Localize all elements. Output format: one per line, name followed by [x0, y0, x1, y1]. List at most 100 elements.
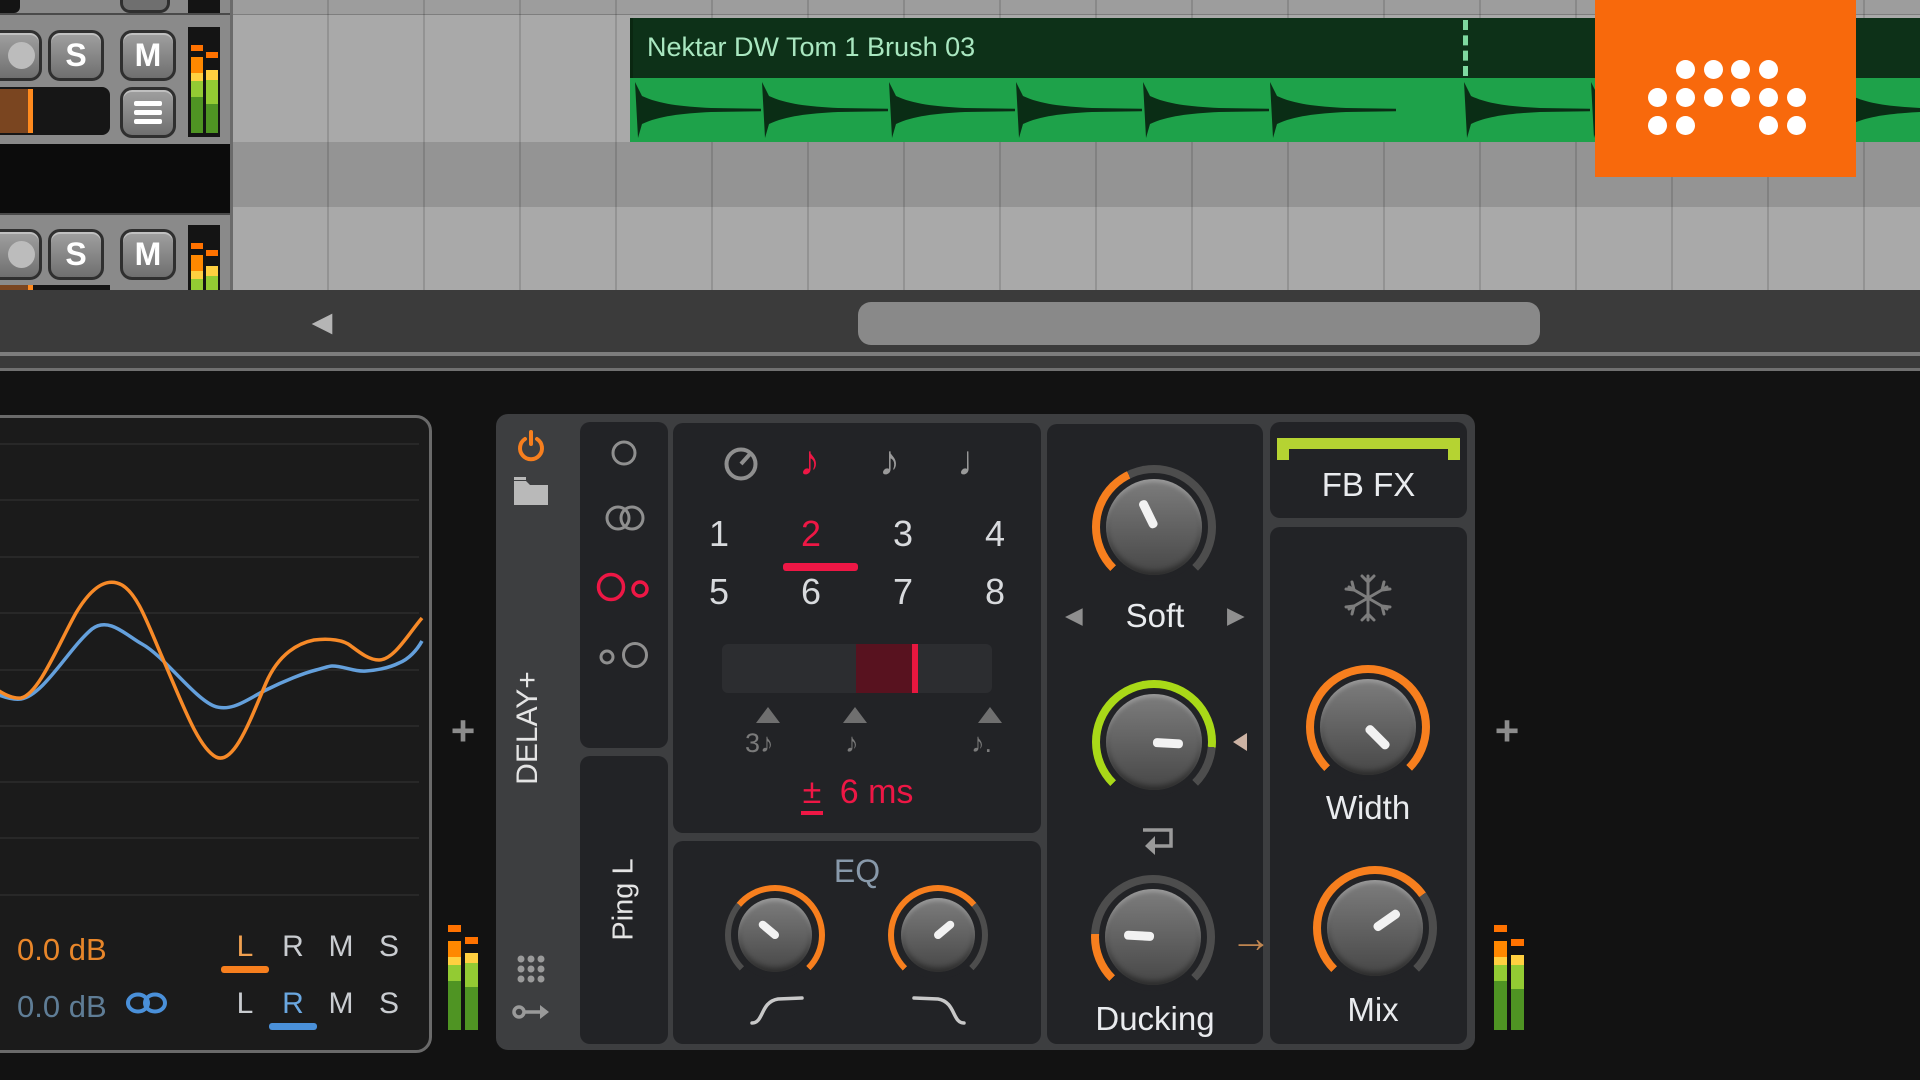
record-circle-icon: [7, 241, 35, 268]
mute-button-track1[interactable]: M: [120, 30, 176, 81]
track1-level-meter: [188, 27, 220, 137]
record-circle-icon: [7, 42, 35, 69]
channel-L[interactable]: L: [221, 930, 269, 964]
fader-handle[interactable]: [28, 89, 33, 133]
offset-slider-handle[interactable]: [912, 644, 918, 693]
highpass-curve-icon: [750, 996, 804, 1025]
time-mode-clock-icon[interactable]: [723, 446, 759, 482]
active-channel-underline: [221, 966, 269, 973]
channel-S[interactable]: S: [365, 987, 413, 1021]
delay-time-panel: ♪ ♪ ♩ 1 2 3 4 5 6 7 8 3♪ ♪ ♪. ± 6 ms: [673, 423, 1041, 833]
mix-label: Mix: [1347, 991, 1399, 1028]
mode-stereo-icon[interactable]: [596, 504, 652, 532]
delay-mode-label-panel[interactable]: Ping L: [580, 756, 668, 1044]
offset-value[interactable]: 6 ms: [840, 773, 914, 811]
straight-note-icon: ♪: [845, 728, 859, 758]
mode-mono-icon[interactable]: [610, 439, 638, 467]
marker-dotted-triangle[interactable]: [978, 707, 1002, 723]
beat-5[interactable]: 5: [709, 571, 729, 613]
device-panel-area: 0.0 dB 0.0 dB LRMS LRMS + DELAY+ Ping L …: [0, 371, 1920, 1080]
delay-mode-panel: [580, 422, 668, 748]
offset-sign[interactable]: ±: [800, 773, 824, 815]
gain-right-value[interactable]: 0.0 dB: [17, 989, 107, 1025]
delay-response-graph: [0, 443, 424, 896]
arranger-timeline[interactable]: Nektar DW Tom 1 Brush 03 S M S M: [0, 0, 1920, 292]
beat-4[interactable]: 4: [985, 513, 1005, 555]
offset-readout[interactable]: ± 6 ms: [673, 773, 1041, 815]
modulation-marker-icon: [1233, 733, 1247, 751]
meter-bar-left: [191, 57, 203, 133]
preset-folder-icon[interactable]: [513, 476, 549, 506]
marker-triplet-triangle[interactable]: [756, 707, 780, 723]
device-power-icon[interactable]: [514, 430, 548, 464]
clip-loop-marker[interactable]: [1463, 20, 1468, 76]
marker-straight-triangle[interactable]: [843, 707, 867, 723]
beat-7[interactable]: 7: [893, 571, 913, 613]
time-mode-eighth-icon[interactable]: ♪: [879, 437, 900, 485]
device-title[interactable]: DELAY+: [511, 663, 545, 793]
beat-2-selected[interactable]: 2: [801, 513, 821, 555]
meter-peak: [191, 45, 203, 51]
add-device-before-button[interactable]: +: [441, 709, 485, 753]
solo-button-track1[interactable]: S: [48, 30, 104, 81]
fine-offset-slider[interactable]: [722, 644, 992, 693]
remote-controls-icon[interactable]: [516, 954, 546, 984]
eq-panel: EQ: [673, 841, 1041, 1044]
channel-selector-top[interactable]: LRMS: [221, 930, 413, 964]
track-row-2[interactable]: S M: [0, 213, 230, 292]
eq-lowpass-knob[interactable]: [888, 885, 988, 985]
track2-level-meter: [188, 225, 220, 292]
mute-button-track2[interactable]: M: [120, 229, 176, 280]
track-menu-button[interactable]: [120, 87, 176, 138]
channel-selector-bottom[interactable]: LRMS: [221, 987, 413, 1021]
record-arm-button[interactable]: [0, 30, 42, 81]
drive-mode-next-icon[interactable]: ▶: [1227, 602, 1245, 629]
beat-1[interactable]: 1: [709, 513, 729, 555]
beat-3[interactable]: 3: [893, 513, 913, 555]
header-divider[interactable]: [230, 0, 233, 290]
channel-M[interactable]: M: [317, 930, 365, 964]
clip-name: Nektar DW Tom 1 Brush 03: [647, 32, 976, 62]
feedback-knob[interactable]: [1092, 680, 1216, 804]
mapping-arrow-icon[interactable]: [512, 1002, 550, 1022]
drive-mode-label[interactable]: Soft: [1080, 597, 1230, 635]
width-label: Width: [1325, 789, 1411, 826]
width-mix-panel: Width Mix: [1270, 527, 1467, 1044]
mix-knob[interactable]: [1313, 866, 1437, 990]
channel-S[interactable]: S: [365, 930, 413, 964]
meter-fragment: [188, 0, 220, 13]
active-channel-underline: [269, 1023, 317, 1030]
mode-ping-pong-left-icon[interactable]: [593, 572, 657, 602]
track-row-1[interactable]: S M: [0, 13, 230, 144]
time-mode-quarter-icon[interactable]: ♩: [957, 437, 999, 485]
delay-mode-label[interactable]: Ping L: [608, 800, 641, 1000]
time-mode-sixteenth-icon[interactable]: ♪: [799, 437, 820, 485]
scrollbar-thumb[interactable]: [858, 302, 1540, 345]
delay-plus-device[interactable]: DELAY+ Ping L ♪ ♪ ♩ 1 2 3 4 5 6 7 8 3♪ ♪…: [496, 414, 1475, 1050]
ducking-knob[interactable]: [1091, 875, 1215, 999]
solo-button-track2[interactable]: S: [48, 229, 104, 280]
channel-M[interactable]: M: [317, 987, 365, 1021]
freeze-snowflake-icon[interactable]: [1344, 574, 1392, 622]
fb-fx-label[interactable]: FB FX: [1270, 466, 1467, 504]
beat-6[interactable]: 6: [801, 571, 821, 613]
mode-ping-pong-right-icon[interactable]: [593, 640, 657, 670]
mute-label: M: [134, 37, 162, 73]
stereo-link-icon[interactable]: [125, 990, 171, 1016]
track-fader[interactable]: [0, 87, 110, 135]
add-device-after-button[interactable]: +: [1485, 709, 1529, 753]
eq-highpass-knob[interactable]: [725, 885, 825, 985]
channel-R[interactable]: R: [269, 987, 317, 1021]
drive-knob[interactable]: [1092, 465, 1216, 589]
triplet-note-icon: 3♪: [745, 728, 774, 758]
gain-left-value[interactable]: 0.0 dB: [17, 932, 107, 968]
beat-8[interactable]: 8: [985, 571, 1005, 613]
channel-R[interactable]: R: [269, 930, 317, 964]
fb-fx-slot[interactable]: FB FX: [1270, 422, 1467, 518]
channel-L[interactable]: L: [221, 987, 269, 1021]
width-knob[interactable]: [1306, 665, 1430, 789]
button-fragment: [120, 0, 170, 13]
scroll-left-arrow-icon[interactable]: ◀: [300, 300, 344, 344]
feedback-return-icon[interactable]: [1133, 822, 1177, 856]
record-arm-button[interactable]: [0, 229, 42, 280]
